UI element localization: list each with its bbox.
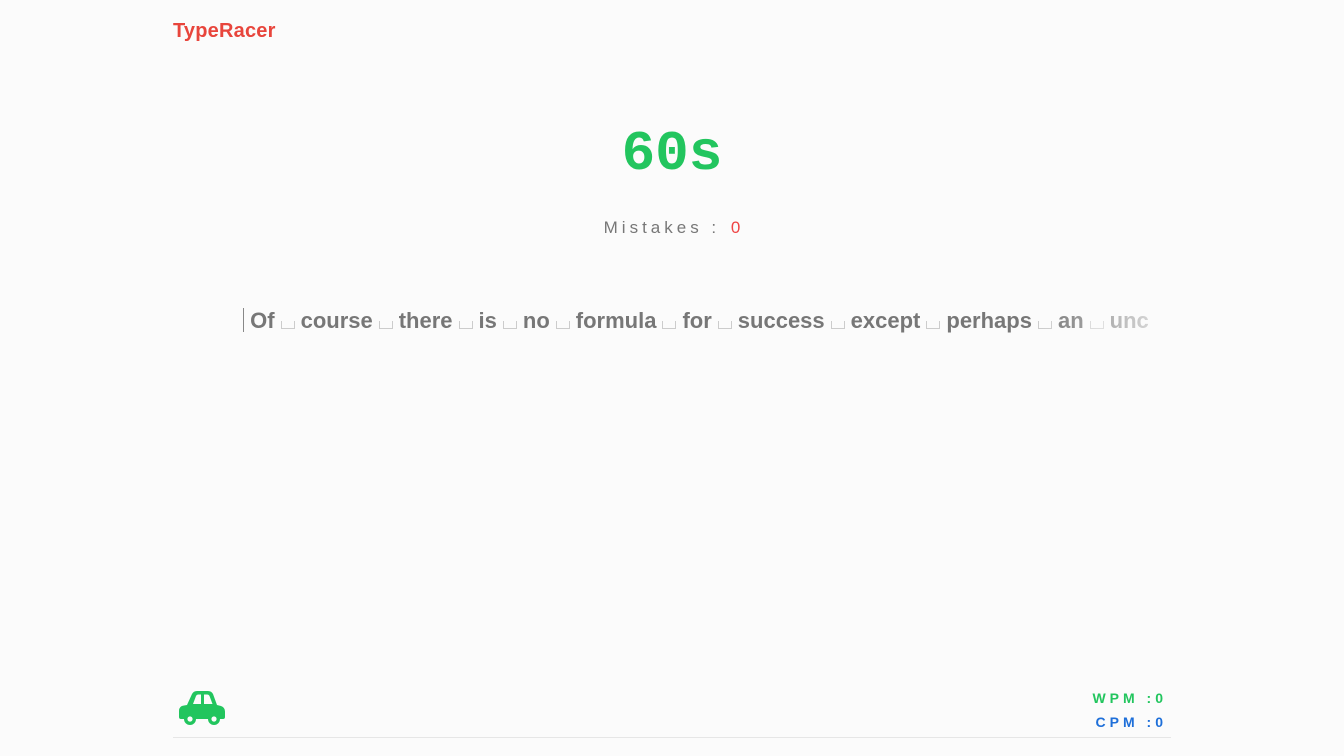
text-caret: [243, 308, 244, 332]
typing-passage-area[interactable]: Of course there is no formula for success except…: [243, 306, 1171, 340]
space-marker: [1089, 321, 1104, 329]
wpm-label: WPM: [1092, 690, 1139, 706]
passage-word: is: [478, 308, 497, 333]
space-marker: [280, 321, 295, 329]
space-marker: [717, 321, 732, 329]
race-track-line: [173, 737, 1171, 738]
mistakes-counter: Mistakes : 0: [0, 218, 1344, 238]
space-marker: [1037, 321, 1052, 329]
countdown-timer: 60s: [621, 122, 723, 186]
space-marker: [378, 321, 393, 329]
typing-test-page: TypeRacer 60s Mistakes : 0 Of course there…: [0, 0, 1344, 756]
passage-word: success: [737, 308, 825, 333]
wpm-value: :0: [1146, 690, 1167, 706]
space-marker: [458, 321, 473, 329]
passage-word: there: [398, 308, 453, 333]
mistakes-label: Mistakes :: [603, 218, 721, 237]
passage-word: except: [850, 308, 921, 333]
speed-stats: WPM :0 CPM :0: [1092, 686, 1167, 734]
cpm-label: CPM: [1095, 714, 1139, 730]
space-marker: [502, 321, 517, 329]
passage-word: Of: [250, 308, 275, 333]
cpm-value: :0: [1146, 714, 1167, 730]
wpm-stat: WPM :0: [1092, 686, 1167, 710]
passage-word: an: [1057, 308, 1084, 333]
space-marker: [662, 321, 677, 329]
passage-word: no: [522, 308, 550, 333]
passage-word: course: [300, 308, 373, 333]
space-marker: [555, 321, 570, 329]
cpm-stat: CPM :0: [1092, 710, 1167, 734]
space-marker: [926, 321, 941, 329]
car-icon: [179, 691, 225, 725]
mistakes-count: 0: [730, 218, 741, 237]
typing-passage[interactable]: Of course there is no formula for success except…: [243, 306, 1171, 336]
app-logo[interactable]: TypeRacer: [173, 20, 276, 43]
space-marker: [830, 321, 845, 329]
passage-word: perhaps: [946, 308, 1032, 333]
passage-word: unc: [1109, 308, 1149, 333]
passage-word: for: [682, 308, 712, 333]
passage-word: formula: [575, 308, 657, 333]
